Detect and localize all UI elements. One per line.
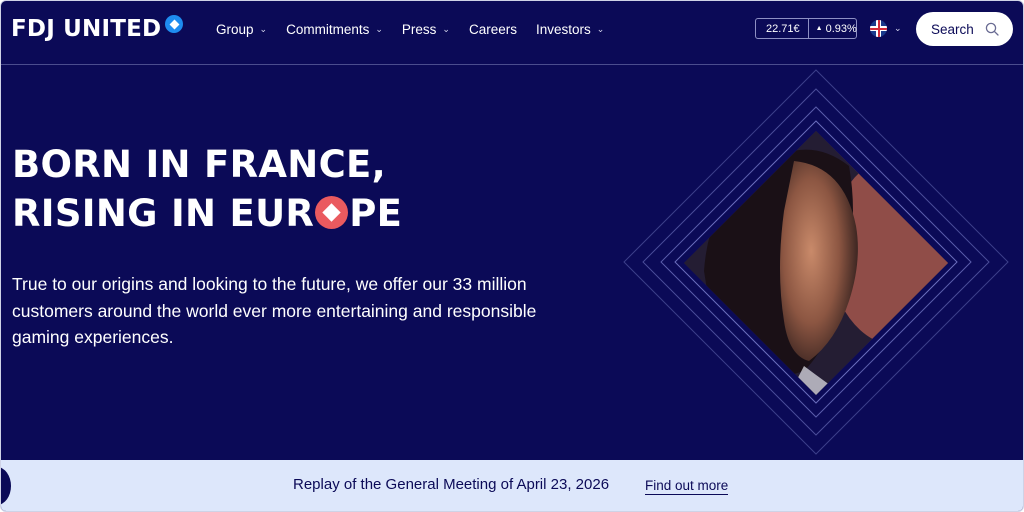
nav-item-label: Press	[401, 21, 437, 37]
brand-logo[interactable]: FDJ UNITED	[11, 15, 183, 43]
announcement-banner: Replay of the General Meeting of April 2…	[1, 460, 1023, 511]
brand-name: FDJ UNITED	[11, 16, 162, 42]
main-nav: Group ⌄ Commitments ⌄ Press ⌄ Careers In…	[216, 1, 623, 57]
page: FDJ UNITED Group ⌄ Commitments ⌄ Press ⌄…	[0, 0, 1024, 512]
stock-price: 22.71€	[756, 19, 809, 38]
hero-intro: True to our origins and looking to the f…	[12, 274, 537, 347]
headline-line-2-end: PE	[349, 192, 403, 235]
stock-change: ▲ 0.93%	[809, 23, 857, 35]
search-icon	[985, 22, 999, 36]
nav-item-label: Careers	[468, 21, 517, 37]
search-button[interactable]: Search	[916, 12, 1013, 46]
uk-flag-icon	[870, 20, 887, 37]
search-label: Search	[931, 21, 974, 37]
nav-item-label: Commitments	[286, 21, 370, 37]
nav-item-group[interactable]: Group ⌄	[216, 22, 267, 37]
logo-diamond-icon	[165, 15, 183, 33]
site-header: FDJ UNITED Group ⌄ Commitments ⌄ Press ⌄…	[1, 1, 1023, 65]
headline-line-2: RISING IN EUR PE	[12, 189, 402, 238]
find-out-more-link[interactable]: Find out more	[645, 478, 729, 495]
nav-item-investors[interactable]: Investors ⌄	[536, 22, 604, 37]
language-selector[interactable]: ⌄	[870, 20, 902, 37]
nav-item-press[interactable]: Press ⌄	[402, 22, 450, 37]
nav-item-label: Group	[216, 21, 254, 37]
chevron-down-icon: ⌄	[375, 23, 383, 34]
stock-ticker[interactable]: 22.71€ ▲ 0.93%	[755, 18, 857, 39]
diamond-o-icon	[315, 196, 349, 229]
headline-line-1: BORN IN FRANCE,	[12, 143, 386, 186]
nav-item-careers[interactable]: Careers	[469, 22, 517, 37]
chevron-down-icon: ⌄	[442, 23, 450, 34]
headline-line-2-start: RISING IN EUR	[12, 192, 315, 235]
banner-message: Replay of the General Meeting of April 2…	[293, 476, 610, 493]
chevron-down-icon: ⌄	[894, 23, 902, 33]
nav-item-commitments[interactable]: Commitments ⌄	[286, 22, 383, 37]
hero-headline: BORN IN FRANCE, RISING IN EUR PE	[12, 140, 402, 238]
arrow-up-icon: ▲	[815, 25, 823, 32]
nav-item-label: Investors	[535, 21, 591, 37]
stock-change-value: 0.93%	[825, 22, 857, 35]
chevron-down-icon: ⌄	[259, 23, 268, 34]
chevron-down-icon: ⌄	[596, 23, 605, 34]
